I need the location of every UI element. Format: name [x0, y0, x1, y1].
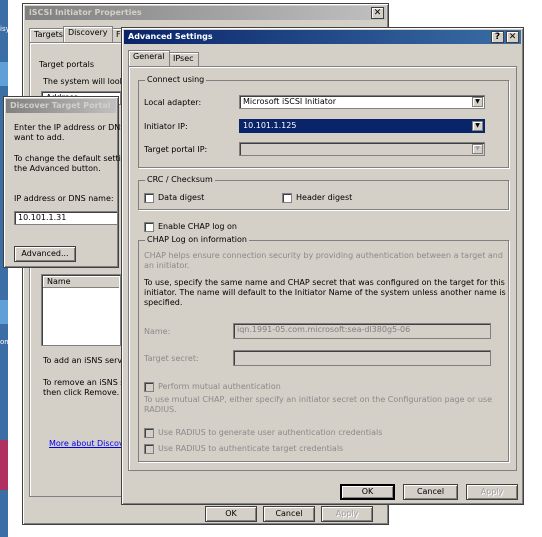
ip-address-input[interactable]: 10.101.1.31 [14, 211, 118, 225]
target-secret-input[interactable] [233, 350, 491, 366]
remove-isns-text: To remove an iSNS s [43, 378, 125, 387]
chevron-down-icon[interactable]: ▼ [472, 97, 483, 107]
discover-target-portal-window: Discover Target Portal Enter the IP addr… [3, 96, 126, 268]
chap-name-label: Name: [144, 327, 171, 336]
local-adapter-select[interactable]: Microsoft iSCSI Initiator ▼ [239, 95, 485, 109]
chevron-down-icon[interactable]: ▼ [472, 144, 483, 154]
enter-address-text: want to add. [14, 133, 65, 142]
chap-name-input[interactable]: iqn.1991-05.com.microsoft:sea-dl380g5-06 [233, 323, 491, 339]
chap-logon-label: CHAP Log on information [145, 235, 249, 245]
local-adapter-label: Local adapter: [144, 98, 202, 107]
radius-user-checkbox[interactable] [144, 428, 154, 438]
mutual-auth-description: RADIUS. [144, 405, 177, 414]
initiator-ip-value: 10.101.1.125 [243, 121, 297, 130]
radius-target-checkbox[interactable] [144, 444, 154, 454]
chap-specify-text: initiator. The name will default to the … [144, 288, 506, 297]
target-secret-label: Target secret: [144, 354, 199, 363]
remove-isns-text: then click Remove. [43, 388, 120, 397]
system-text: The system will look f [43, 77, 130, 86]
cancel-button[interactable]: Cancel [263, 506, 315, 522]
initiator-ip-label: Initiator IP: [144, 122, 188, 131]
more-about-discovery-link[interactable]: More about Discove [49, 439, 129, 449]
discover-titlebar: Discover Target Portal [6, 99, 116, 113]
enter-address-text: Enter the IP address or DNS [14, 123, 126, 132]
mutual-auth-checkbox[interactable] [144, 382, 154, 392]
target-portal-ip-select[interactable]: ▼ [239, 142, 485, 156]
close-icon[interactable]: ✕ [506, 31, 519, 43]
enable-chap-checkbox[interactable] [144, 222, 154, 232]
initiator-ip-select[interactable]: 10.101.1.125 ▼ [239, 119, 485, 133]
radius-target-label: Use RADIUS to authenticate target creden… [158, 444, 344, 453]
apply-button[interactable]: Apply [321, 506, 373, 522]
chap-description: CHAP helps ensure connection security by… [144, 251, 503, 260]
change-settings-text: To change the default settin [14, 154, 126, 163]
mutual-auth-description: To use mutual CHAP, either specify an in… [144, 395, 492, 404]
target-portals-label: Target portals [39, 60, 94, 69]
header-digest-label: Header digest [296, 193, 353, 202]
desktop-label: isys [0, 25, 14, 33]
local-adapter-value: Microsoft iSCSI Initiator [243, 97, 337, 106]
advanced-button[interactable]: Advanced... [14, 246, 76, 262]
help-icon[interactable]: ? [491, 31, 504, 43]
chap-specify-text: specified. [144, 298, 183, 307]
tab-ipsec[interactable]: IPsec [168, 52, 199, 66]
radius-user-label: Use RADIUS to generate user authenticati… [158, 428, 383, 437]
chap-description: an initiator. [144, 261, 190, 270]
advanced-settings-window: Advanced Settings ? ✕ General IPsec Conn… [121, 27, 524, 505]
advanced-title: Advanced Settings [128, 32, 213, 41]
chap-specify-text: To use, specify the same name and CHAP s… [144, 278, 505, 287]
target-portal-ip-label: Target portal IP: [144, 145, 208, 154]
tab-general[interactable]: General [128, 50, 170, 66]
isns-servers-list[interactable]: Name [41, 274, 121, 346]
header-digest-checkbox[interactable] [282, 193, 292, 203]
properties-title: iSCSI Initiator Properties [29, 8, 142, 17]
change-settings-text: the Advanced button. [14, 164, 101, 173]
desktop-icon[interactable] [0, 440, 8, 490]
desktop-icon[interactable] [0, 62, 8, 86]
add-isns-text: To add an iSNS serve [43, 356, 128, 365]
properties-titlebar: iSCSI Initiator Properties ✕ [25, 6, 386, 20]
ip-address-label: IP address or DNS name: [14, 194, 114, 203]
crc-checksum-label: CRC / Checksum [145, 175, 215, 185]
discover-title: Discover Target Portal [10, 101, 111, 110]
mutual-auth-label: Perform mutual authentication [158, 382, 281, 391]
cancel-button[interactable]: Cancel [403, 484, 458, 500]
desktop-label: omp [0, 338, 16, 346]
ok-button[interactable]: OK [340, 484, 395, 500]
desktop-icon[interactable] [0, 300, 8, 324]
enable-chap-label: Enable CHAP log on [158, 222, 237, 231]
data-digest-checkbox[interactable] [144, 193, 154, 203]
advanced-titlebar: Advanced Settings ? ✕ [124, 30, 521, 44]
ok-button[interactable]: OK [205, 506, 257, 522]
connect-using-label: Connect using [145, 75, 207, 85]
chevron-down-icon[interactable]: ▼ [472, 121, 483, 131]
name-column-header[interactable]: Name [43, 276, 119, 288]
tab-discovery[interactable]: Discovery [63, 26, 113, 42]
data-digest-label: Data digest [158, 193, 205, 202]
close-icon[interactable]: ✕ [371, 7, 384, 19]
apply-button[interactable]: Apply [466, 484, 518, 500]
